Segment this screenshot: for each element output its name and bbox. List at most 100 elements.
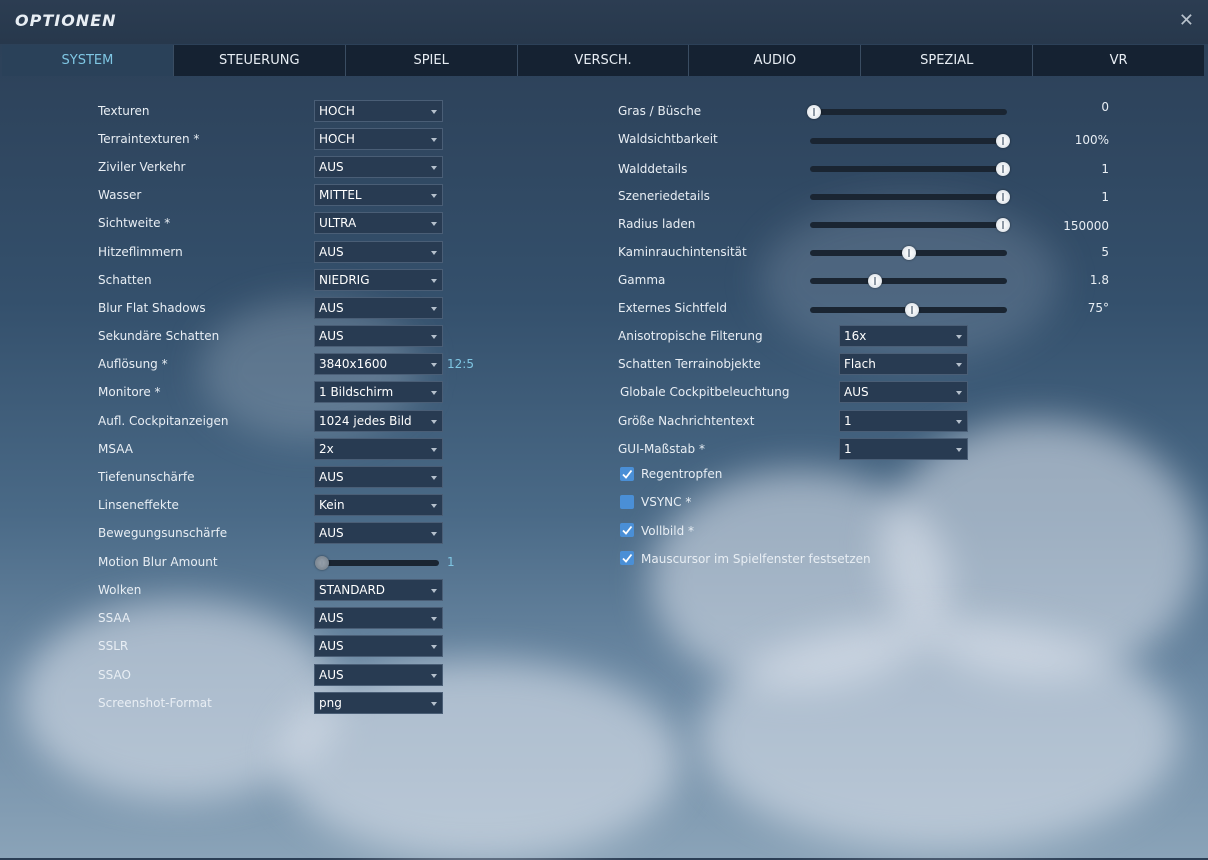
- cockpitbeleuchtung-dropdown[interactable]: AUS: [839, 381, 968, 403]
- tiefenunschaerfe-dropdown[interactable]: AUS: [314, 466, 443, 488]
- tab-bar: SYSTEM STEUERUNG SPIEL VERSCH. AUDIO SPE…: [2, 45, 1205, 76]
- setting-label: Sekundäre Schatten: [98, 329, 220, 343]
- screenshot-format-dropdown[interactable]: png: [314, 692, 443, 714]
- dropdown-value: MITTEL: [319, 188, 362, 202]
- gamma-slider[interactable]: [810, 274, 1007, 288]
- msaa-dropdown[interactable]: 2x: [314, 438, 443, 460]
- ssaa-dropdown[interactable]: AUS: [314, 607, 443, 629]
- tab-vr[interactable]: VR: [1033, 45, 1205, 76]
- vollbild-checkbox[interactable]: [620, 523, 634, 537]
- slider-value: 5: [1101, 245, 1109, 259]
- wolken-dropdown[interactable]: STANDARD: [314, 579, 443, 601]
- schatten-terrainobjekte-dropdown[interactable]: Flach: [839, 353, 968, 375]
- aufloesung-dropdown[interactable]: 3840x1600: [314, 353, 443, 375]
- slider-handle[interactable]: [806, 105, 821, 119]
- dropdown-value: 1: [844, 414, 852, 428]
- dropdown-value: AUS: [319, 470, 344, 484]
- blur-flat-shadows-dropdown[interactable]: AUS: [314, 297, 443, 319]
- slider-handle[interactable]: [996, 162, 1011, 176]
- setting-label: Sichtweite *: [98, 216, 171, 230]
- nachrichtentext-dropdown[interactable]: 1: [839, 410, 968, 432]
- cockpitanzeigen-dropdown[interactable]: 1024 jedes Bild: [314, 410, 443, 432]
- linseneffekte-dropdown[interactable]: Kein: [314, 494, 443, 516]
- szeneriedetails-slider[interactable]: [810, 190, 1011, 204]
- chevron-down-icon: [431, 110, 437, 114]
- close-icon[interactable]: ✕: [1179, 10, 1194, 32]
- waldsichtbarkeit-slider[interactable]: [810, 134, 1011, 148]
- ziviler-verkehr-dropdown[interactable]: AUS: [314, 156, 443, 178]
- tab-audio[interactable]: AUDIO: [689, 45, 862, 76]
- slider-value: 0: [1101, 100, 1109, 114]
- regentropfen-checkbox[interactable]: [620, 467, 634, 481]
- dropdown-value: NIEDRIG: [319, 273, 370, 287]
- tab-spezial[interactable]: SPEZIAL: [861, 45, 1034, 76]
- chevron-down-icon: [431, 335, 437, 339]
- chevron-down-icon: [431, 674, 437, 678]
- tab-versch[interactable]: VERSCH.: [517, 45, 690, 76]
- chevron-down-icon: [956, 448, 962, 452]
- dropdown-value: AUS: [319, 668, 344, 682]
- checkbox-label: Vollbild *: [641, 524, 695, 538]
- cloud-decoration: [650, 470, 950, 690]
- dropdown-value: AUS: [319, 639, 344, 653]
- kaminrauch-slider[interactable]: [810, 246, 1007, 260]
- setting-label: Blur Flat Shadows: [98, 301, 206, 315]
- walddetails-slider[interactable]: [810, 162, 1011, 176]
- setting-label: Schatten: [98, 273, 152, 287]
- dropdown-value: AUS: [319, 245, 344, 259]
- slider-handle[interactable]: [996, 218, 1011, 232]
- ssao-dropdown[interactable]: AUS: [314, 664, 443, 686]
- monitore-dropdown[interactable]: 1 Bildschirm: [314, 381, 443, 403]
- setting-label: Gamma: [618, 273, 666, 287]
- motion-blur-amount-slider[interactable]: [314, 556, 439, 570]
- wasser-dropdown[interactable]: MITTEL: [314, 184, 443, 206]
- dropdown-value: Flach: [844, 357, 876, 371]
- chevron-down-icon: [431, 420, 437, 424]
- tab-steuerung[interactable]: STEUERUNG: [173, 45, 346, 76]
- slider-handle[interactable]: [314, 556, 329, 570]
- setting-label: Motion Blur Amount: [98, 555, 218, 569]
- slider-handle[interactable]: [905, 303, 920, 317]
- slider-value: 1: [1101, 190, 1109, 204]
- sekundaere-schatten-dropdown[interactable]: AUS: [314, 325, 443, 347]
- externes-sichtfeld-slider[interactable]: [810, 303, 1007, 317]
- slider-handle[interactable]: [996, 190, 1011, 204]
- bewegungsunschaerfe-dropdown[interactable]: AUS: [314, 522, 443, 544]
- slider-handle[interactable]: [901, 246, 916, 260]
- chevron-down-icon: [431, 363, 437, 367]
- sslr-dropdown[interactable]: AUS: [314, 635, 443, 657]
- vsync-checkbox[interactable]: [620, 495, 634, 509]
- hitzeflimmern-dropdown[interactable]: AUS: [314, 241, 443, 263]
- setting-label: Walddetails: [618, 162, 688, 176]
- schatten-dropdown[interactable]: NIEDRIG: [314, 269, 443, 291]
- chevron-down-icon: [431, 222, 437, 226]
- gras-bueschen-slider[interactable]: [806, 105, 1007, 119]
- dropdown-value: 1: [844, 442, 852, 456]
- chevron-down-icon: [431, 307, 437, 311]
- dropdown-value: 16x: [844, 329, 867, 343]
- setting-label: Bewegungsunschärfe: [98, 526, 228, 540]
- gui-massstab-dropdown[interactable]: 1: [839, 438, 968, 460]
- tab-spiel[interactable]: SPIEL: [345, 45, 518, 76]
- tab-system[interactable]: SYSTEM: [2, 45, 174, 76]
- dropdown-value: AUS: [319, 611, 344, 625]
- chevron-down-icon: [431, 448, 437, 452]
- radius-laden-slider[interactable]: [810, 218, 1011, 232]
- slider-value: 1: [1101, 162, 1109, 176]
- terraintexturen-dropdown[interactable]: HOCH: [314, 128, 443, 150]
- slider-value: 100%: [1074, 133, 1109, 147]
- slider-handle[interactable]: [868, 274, 882, 288]
- mauscursor-checkbox[interactable]: [620, 551, 634, 565]
- sichtweite-dropdown[interactable]: ULTRA: [314, 212, 443, 234]
- setting-label: Radius laden: [618, 217, 696, 231]
- dropdown-value: STANDARD: [319, 583, 386, 597]
- anisotropische-filterung-dropdown[interactable]: 16x: [839, 325, 968, 347]
- slider-handle[interactable]: [996, 134, 1011, 148]
- texturen-dropdown[interactable]: HOCH: [314, 100, 443, 122]
- setting-label: Anisotropische Filterung: [618, 329, 763, 343]
- title-bar: OPTIONEN ✕: [0, 0, 1208, 44]
- setting-label: Waldsichtbarkeit: [618, 132, 718, 146]
- chevron-down-icon: [431, 279, 437, 283]
- dropdown-value: HOCH: [319, 104, 355, 118]
- setting-label: Wolken: [98, 583, 142, 597]
